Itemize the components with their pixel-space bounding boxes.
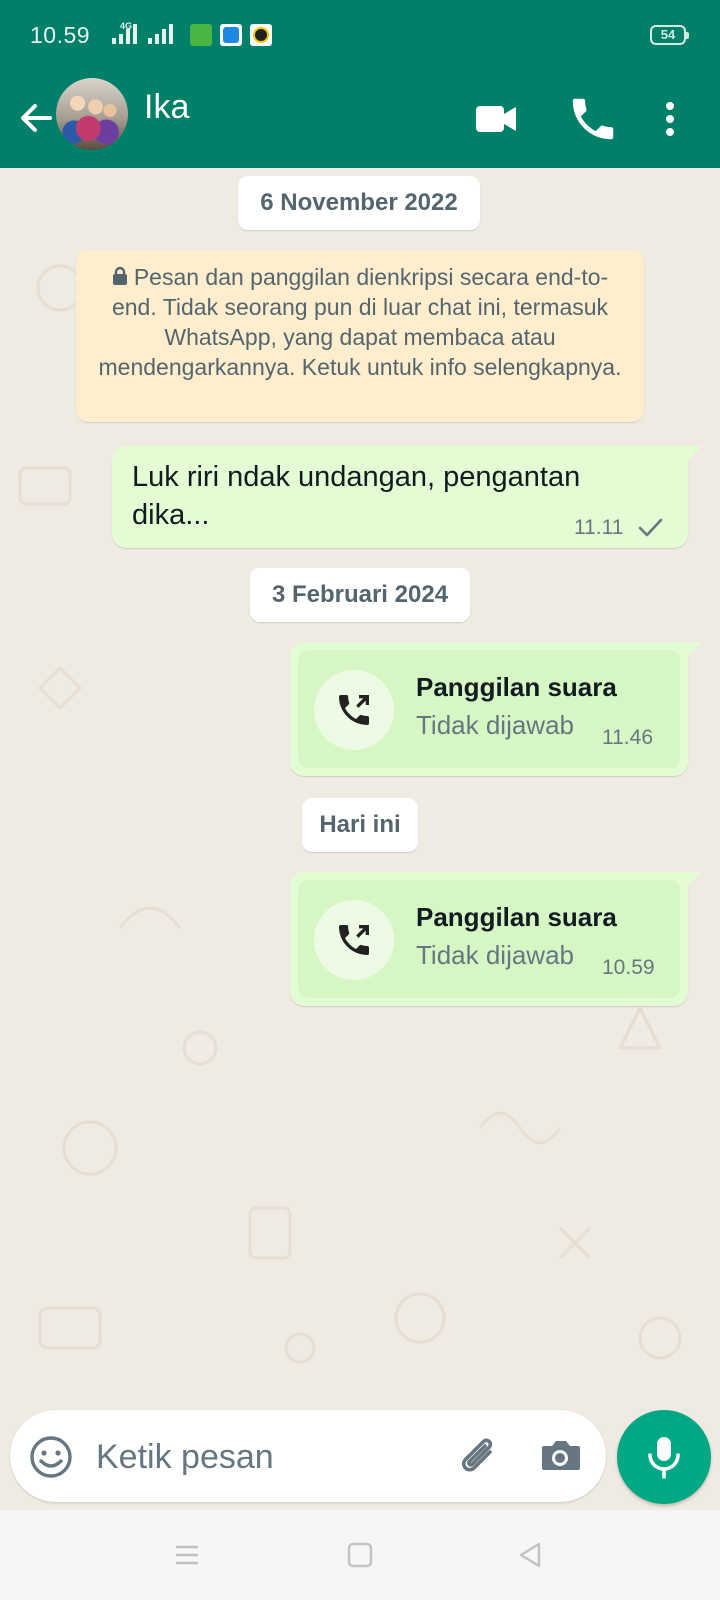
missed-outgoing-call-icon [314,670,394,750]
video-call-icon[interactable] [470,92,524,146]
back-triangle-icon[interactable] [513,1538,547,1572]
chat-header: Ika [0,72,720,168]
call-title: Panggilan suara [416,902,617,932]
message-text: Luk riri ndak undangan, pengantan dika..… [132,461,581,531]
call-log-bubble[interactable]: Panggilan suara Tidak dijawab 10.59 [290,872,702,1006]
message-time: 11.46 [602,726,653,749]
emoji-icon[interactable] [28,1434,74,1480]
date-separator: 3 Februari 2024 [250,568,470,622]
lock-icon [112,266,127,285]
system-nav-bar [0,1510,720,1600]
more-options-icon[interactable] [650,92,690,146]
call-title: Panggilan suara [416,672,617,702]
single-check-icon [638,518,663,537]
call-status: Tidak dijawab [416,710,575,740]
contact-name[interactable]: Ika [144,88,189,127]
cellular-signal-2-icon [148,24,178,44]
mic-icon [648,1437,680,1479]
home-square-icon[interactable] [343,1538,377,1572]
voice-call-icon[interactable] [566,92,620,146]
encryption-notice-text: Pesan dan panggilan dienkripsi secara en… [98,264,622,380]
avatar[interactable] [56,78,128,150]
mic-button[interactable] [617,1410,711,1504]
recents-menu-icon[interactable] [170,1538,204,1572]
app-notification-icon [250,24,272,46]
message-bubble[interactable]: Luk riri ndak undangan, pengantan dika..… [112,446,702,548]
attach-icon[interactable] [450,1430,502,1482]
app-notification-icon [220,24,242,46]
status-time: 10.59 [30,22,91,48]
app-notification-icon [190,24,212,46]
message-time: 11.11 [574,516,624,539]
message-composer [10,1410,606,1502]
date-separator: Hari ini [302,798,418,852]
back-arrow-icon[interactable] [14,96,58,140]
encryption-notice[interactable]: Pesan dan panggilan dienkripsi secara en… [76,250,644,422]
missed-outgoing-call-icon [314,900,394,980]
date-separator: 6 November 2022 [238,176,480,230]
call-log-bubble[interactable]: Panggilan suara Tidak dijawab 11.46 [290,642,702,776]
cellular-signal-icon: 4G [112,21,142,44]
battery-icon: 54 [650,25,689,45]
camera-icon[interactable] [536,1432,584,1480]
message-input[interactable] [94,1432,428,1482]
chat-area[interactable]: 6 November 2022 Pesan dan panggilan dien… [0,168,720,1410]
call-status: Tidak dijawab [416,940,575,970]
status-bar: 10.59 4G 54 [0,0,720,72]
message-time: 10.59 [602,956,655,979]
